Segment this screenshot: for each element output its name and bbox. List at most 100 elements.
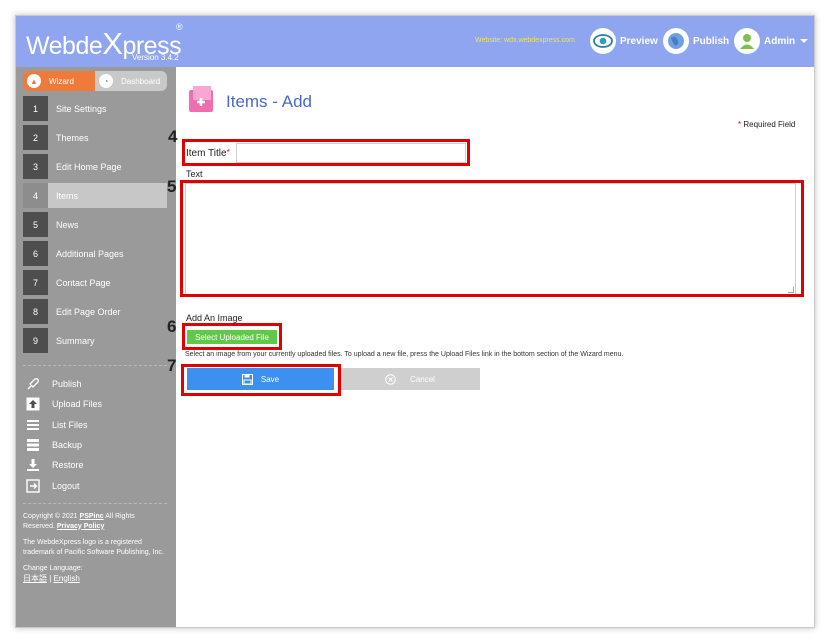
rocket-icon: [26, 377, 40, 391]
top-header: WebdeXpress ® Version 3.4.2 Website: wdx…: [16, 16, 814, 67]
tool-label: Upload Files: [52, 399, 103, 410]
sidebar-tool-restore[interactable]: Restore: [26, 455, 166, 475]
tab-dashboard-label: Dashboard: [121, 76, 161, 86]
callout-box-6: [182, 323, 282, 350]
language-links: 日本語 | English: [23, 574, 167, 584]
step-number: 9: [23, 328, 48, 353]
required-field-note: * Required Field: [738, 120, 795, 129]
tool-label: Backup: [52, 440, 83, 451]
copyright-text: Copyright © 2021 PSPinc All Rights Reser…: [23, 512, 167, 531]
logo-registered-mark: ®: [176, 22, 183, 32]
step-number: 3: [23, 154, 48, 179]
gauge-icon: ◔: [99, 74, 113, 88]
eye-icon: [590, 28, 616, 54]
publish-label: Publish: [693, 35, 730, 47]
logout-icon: [26, 478, 40, 493]
tab-wizard[interactable]: ▲ Wizard: [23, 71, 95, 91]
text-label: Text: [186, 169, 203, 179]
version-label: Version 3.4.2: [132, 53, 179, 62]
upload-icon: [26, 397, 40, 411]
download-icon: [26, 458, 40, 472]
language-english-link[interactable]: English: [54, 574, 80, 583]
sidebar-item-label: Themes: [56, 132, 89, 143]
callout-box-4: [182, 139, 470, 166]
sidebar-item-news[interactable]: 5 News: [23, 212, 167, 237]
cancel-button[interactable]: Cancel: [340, 368, 480, 390]
publish-header-button[interactable]: Publish: [663, 27, 729, 55]
company-link[interactable]: PSPinc: [80, 513, 104, 520]
preview-button[interactable]: Preview: [590, 27, 658, 55]
tool-label: Publish: [52, 379, 82, 390]
preview-label: Preview: [620, 35, 658, 47]
sidebar-tool-list-files[interactable]: List Files: [26, 415, 166, 435]
sidebar-tool-publish[interactable]: Publish: [26, 374, 166, 394]
callout-box-5: [180, 180, 804, 297]
callout-number-7: 7: [167, 356, 177, 375]
main-content: Items - Add * Required Field Item Title*…: [167, 67, 814, 627]
page-title: Items - Add: [226, 92, 312, 111]
sidebar-tool-upload-files[interactable]: Upload Files: [26, 394, 166, 414]
callout-box-7: [181, 364, 341, 396]
step-number: 2: [23, 125, 48, 150]
backup-icon: [26, 438, 40, 452]
wizard-steps: 1 Site Settings 2 Themes 3 Edit Home Page 4…: [23, 96, 167, 357]
add-item-icon: [187, 86, 215, 114]
copyright-pre: Copyright © 2021: [23, 513, 80, 520]
sidebar-footer: Copyright © 2021 PSPinc All Rights Reser…: [23, 512, 167, 583]
sidebar-item-edit-page-order[interactable]: 8 Edit Page Order: [23, 299, 167, 324]
callout-number-5: 5: [167, 177, 177, 196]
step-number: 1: [23, 96, 48, 121]
admin-label: Admin: [764, 35, 796, 47]
add-image-label: Add An Image: [186, 313, 243, 323]
sidebar-tools: Publish Upload Files List Files Backup R…: [26, 374, 166, 496]
wizard-icon: ▲: [27, 74, 41, 88]
language-japanese-link[interactable]: 日本語: [23, 574, 47, 583]
image-hint-text: Select an image from your currently uplo…: [185, 351, 624, 358]
sidebar-item-label: Additional Pages: [56, 248, 124, 259]
sidebar-tool-backup[interactable]: Backup: [26, 435, 166, 455]
sidebar-item-label: Contact Page: [56, 277, 111, 288]
list-icon: [26, 418, 40, 432]
logo-text-pre: Webde: [26, 32, 103, 60]
admin-menu[interactable]: Admin: [734, 27, 809, 55]
sidebar: ▲ Wizard ◔ Dashboard 1 Site Settings 2 The…: [16, 67, 176, 627]
website-link[interactable]: Website: wdx.webdexpress.com: [475, 37, 575, 44]
sidebar-item-additional-pages[interactable]: 6 Additional Pages: [23, 241, 167, 266]
change-language-label: Change Language:: [23, 565, 83, 572]
sidebar-item-items[interactable]: 4 Items: [23, 183, 167, 208]
required-label: Required Field: [741, 120, 796, 129]
step-number: 7: [23, 270, 48, 295]
sidebar-divider: [23, 503, 167, 504]
sidebar-item-themes[interactable]: 2 Themes: [23, 125, 167, 150]
trademark-text: The WebdeXpress logo is a registered tra…: [23, 539, 164, 556]
globe-icon: [663, 28, 689, 54]
avatar: [734, 28, 760, 54]
sidebar-item-site-settings[interactable]: 1 Site Settings: [23, 96, 167, 121]
tool-label: Restore: [52, 460, 84, 471]
tab-dashboard[interactable]: ◔ Dashboard: [95, 71, 167, 91]
tool-label: Logout: [52, 480, 80, 491]
step-number: 4: [23, 183, 48, 208]
sidebar-divider: [23, 365, 167, 366]
chevron-down-icon: [800, 39, 809, 43]
tool-label: List Files: [52, 419, 88, 430]
step-number: 5: [23, 212, 48, 237]
sidebar-item-label: Items: [56, 190, 79, 201]
callout-number-4: 4: [168, 127, 178, 146]
sidebar-item-edit-home-page[interactable]: 3 Edit Home Page: [23, 154, 167, 179]
step-number: 8: [23, 299, 48, 324]
step-number: 6: [23, 241, 48, 266]
logo-text-x: X: [102, 26, 123, 61]
sidebar-item-label: Summary: [56, 335, 95, 346]
callout-number-6: 6: [167, 317, 177, 336]
tab-wizard-label: Wizard: [49, 76, 74, 86]
cancel-circle-icon: [385, 373, 396, 385]
sidebar-item-label: Edit Home Page: [56, 161, 122, 172]
app-window: WebdeXpress ® Version 3.4.2 Website: wdx…: [15, 15, 815, 628]
sidebar-item-summary[interactable]: 9 Summary: [23, 328, 167, 353]
privacy-policy-link[interactable]: Privacy Policy: [57, 523, 104, 530]
sidebar-item-label: Edit Page Order: [56, 306, 121, 317]
sidebar-tabs: ▲ Wizard ◔ Dashboard: [23, 71, 167, 91]
sidebar-tool-logout[interactable]: Logout: [26, 475, 166, 495]
sidebar-item-contact-page[interactable]: 7 Contact Page: [23, 270, 167, 295]
